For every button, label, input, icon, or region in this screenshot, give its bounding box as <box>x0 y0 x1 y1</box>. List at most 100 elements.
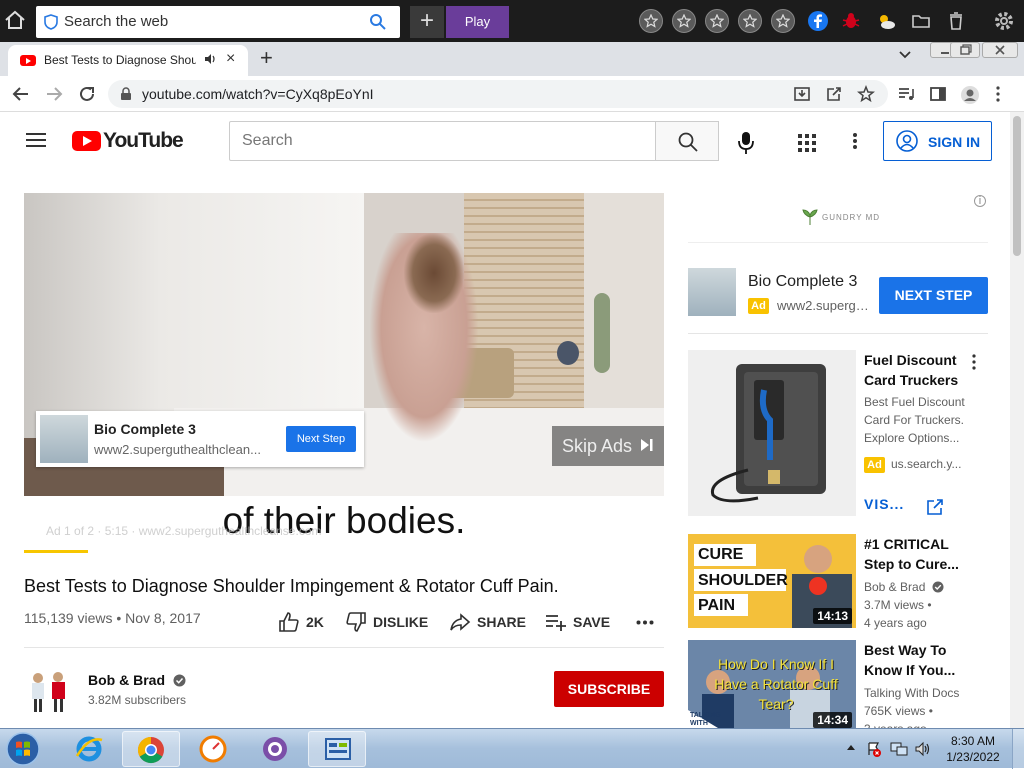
channel-name[interactable]: Bob & Brad <box>864 580 944 594</box>
install-app-icon[interactable] <box>793 85 811 103</box>
favorite-star-icon[interactable] <box>738 9 762 33</box>
bookmark-star-icon[interactable] <box>857 85 875 103</box>
sidebar-fuel-ad[interactable]: Fuel Discount Card Truckers Best Fuel Di… <box>688 350 988 520</box>
taskbar-chrome[interactable] <box>122 731 180 767</box>
media-control-icon[interactable] <box>897 85 915 103</box>
overlay-ad-card[interactable]: Bio Complete 3 www2.superguthealthclean.… <box>36 411 364 467</box>
back-arrow-icon[interactable] <box>12 85 30 103</box>
show-desktop-button[interactable] <box>1012 729 1024 769</box>
settings-gear-icon[interactable] <box>993 10 1015 32</box>
menu-dots-icon[interactable] <box>995 85 1001 103</box>
subscribe-button[interactable]: SUBSCRIBE <box>554 671 664 707</box>
action-center-icon[interactable] <box>866 741 882 757</box>
side-panel-icon[interactable] <box>929 85 947 103</box>
sidebar-next-step-button[interactable]: NEXT STEP <box>879 277 988 314</box>
favorite-star-icon[interactable] <box>639 9 663 33</box>
facebook-icon[interactable] <box>807 10 829 32</box>
folder-icon[interactable] <box>910 10 932 32</box>
banner-ad[interactable]: GUNDRY MD i <box>688 193 988 243</box>
youtube-search-button[interactable] <box>655 121 719 161</box>
ad-url[interactable]: www2.superguthealthclean... <box>94 442 264 457</box>
trash-icon[interactable] <box>945 10 967 32</box>
address-bar[interactable]: youtube.com/watch?v=CyXq8pEoYnI <box>108 80 888 108</box>
hamburger-menu-icon[interactable] <box>26 132 46 148</box>
video-duration: 14:13 <box>813 608 852 624</box>
new-tab-button[interactable]: + <box>260 45 273 71</box>
search-icon[interactable] <box>369 13 386 30</box>
chrome-icon <box>137 736 164 764</box>
video-title[interactable]: Best Way To Know If You... <box>864 640 980 680</box>
close-window-button[interactable] <box>982 42 1018 58</box>
video-progress-bar[interactable] <box>24 550 88 553</box>
channel-name[interactable]: Bob & Brad <box>88 672 186 688</box>
taskbar-internet-explorer[interactable] <box>60 731 118 767</box>
youtube-search-input[interactable]: Search <box>229 121 656 161</box>
taskbar-control-panel[interactable] <box>308 731 366 767</box>
favorite-star-icon[interactable] <box>672 9 696 33</box>
app-circle-icon <box>263 737 287 761</box>
sidebar-ad-thumbnail[interactable] <box>688 268 736 316</box>
channel-name[interactable]: Talking With Docs <box>864 686 959 700</box>
browser-tab[interactable]: Best Tests to Diagnose Shoul × <box>8 45 248 76</box>
sign-in-button[interactable]: SIGN IN <box>883 121 992 161</box>
favorite-star-icon[interactable] <box>771 9 795 33</box>
channel-avatar[interactable] <box>24 666 72 714</box>
youtube-logo[interactable]: YouTube <box>72 129 184 152</box>
play-button[interactable]: Play <box>446 6 509 38</box>
recommended-video[interactable]: How Do I Know If I Have a Rotator Cuff T… <box>688 640 988 728</box>
channel-name-text[interactable]: Bob & Brad <box>864 580 925 594</box>
like-button[interactable]: 2K <box>278 611 328 633</box>
dislike-button[interactable]: DISLIKE <box>345 611 435 633</box>
sidebar-ad[interactable]: Bio Complete 3 Ad www2.supergu... NEXT S… <box>688 268 988 334</box>
ad-title[interactable]: Bio Complete 3 <box>94 421 196 437</box>
add-button[interactable]: + <box>410 6 444 38</box>
restore-button[interactable] <box>950 42 980 58</box>
more-actions-button[interactable] <box>636 611 654 633</box>
microphone-icon[interactable] <box>736 131 756 155</box>
sidebar-ad-title[interactable]: Bio Complete 3 <box>748 273 857 291</box>
control-panel-icon <box>325 738 351 760</box>
more-options-icon[interactable] <box>971 354 977 370</box>
visit-label: VIS... <box>864 496 905 512</box>
profile-avatar-icon[interactable] <box>960 85 980 105</box>
ad-thumbnail[interactable] <box>40 415 88 463</box>
more-options-icon[interactable] <box>852 132 858 150</box>
start-button[interactable] <box>3 731 45 767</box>
fuel-ad-title[interactable]: Fuel Discount Card Truckers <box>864 350 980 390</box>
web-search-box[interactable]: Search the web <box>36 6 400 38</box>
bug-icon[interactable] <box>840 10 862 32</box>
fuel-ad-thumbnail[interactable] <box>688 350 856 516</box>
video-title[interactable]: #1 CRITICAL Step to Cure... <box>864 534 980 574</box>
external-link-icon[interactable] <box>926 498 944 516</box>
reload-icon[interactable] <box>78 85 96 103</box>
channel-name-text[interactable]: Bob & Brad <box>88 672 165 688</box>
web-search-input[interactable]: Search the web <box>64 13 168 30</box>
forward-arrow-icon[interactable] <box>45 85 63 103</box>
volume-icon[interactable] <box>914 741 932 757</box>
page-scrollbar[interactable] <box>1010 112 1024 728</box>
ad-info-icon[interactable]: i <box>974 195 986 207</box>
favorite-star-icon[interactable] <box>705 9 729 33</box>
url-text[interactable]: youtube.com/watch?v=CyXq8pEoYnI <box>142 86 374 102</box>
apps-grid-icon[interactable] <box>798 134 816 152</box>
taskbar-clock-app[interactable] <box>184 731 242 767</box>
skip-ads-button[interactable]: Skip Ads <box>552 426 664 466</box>
home-icon[interactable] <box>4 10 28 32</box>
chevron-down-icon[interactable] <box>898 50 912 60</box>
network-icon[interactable] <box>890 741 908 757</box>
weather-icon[interactable] <box>875 10 897 32</box>
tray-expand-icon[interactable] <box>846 743 856 751</box>
banner-ad-logo: GUNDRY MD <box>822 213 881 222</box>
scrollbar-thumb[interactable] <box>1013 116 1021 256</box>
fuel-ad-visit-button[interactable]: VIS... <box>864 496 959 512</box>
ad-next-step-button[interactable]: Next Step <box>286 426 356 452</box>
system-clock[interactable]: 8:30 AM 1/23/2022 <box>946 733 1000 765</box>
tab-close-icon[interactable]: × <box>226 50 235 68</box>
recommended-video[interactable]: CURE SHOULDER PAIN 14:13 #1 CRITICAL Ste… <box>688 534 988 632</box>
share-button[interactable]: SHARE <box>449 611 529 633</box>
save-button[interactable]: SAVE <box>545 611 615 633</box>
share-icon[interactable] <box>825 85 843 103</box>
lock-icon[interactable] <box>120 87 132 101</box>
taskbar-browser-app[interactable] <box>246 731 304 767</box>
speaker-icon[interactable] <box>204 53 218 65</box>
